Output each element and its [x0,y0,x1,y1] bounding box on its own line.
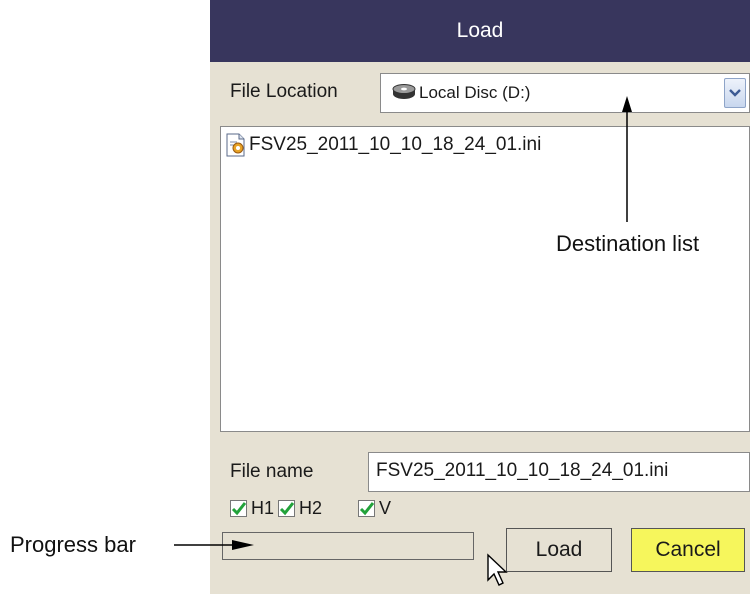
checkbox-h1[interactable]: H1 [230,498,274,519]
file-location-label: File Location [230,81,338,102]
file-location-value: Local Disc (D:) [419,83,531,102]
progress-bar-pointer [174,540,254,550]
load-button[interactable]: Load [506,528,612,572]
disk-icon [392,83,416,108]
file-name-field[interactable]: FSV25_2011_10_10_18_24_01.ini [368,452,750,492]
checkbox-v-box[interactable] [358,500,375,517]
dialog-title: Load [456,19,504,42]
file-name-text: FSV25_2011_10_10_18_24_01.ini [249,134,542,155]
progress-bar-annotation: Progress bar [10,532,136,557]
file-name-label: File name [230,461,314,482]
destination-list-annotation: Destination list [556,231,700,256]
checkbox-v-label: V [379,498,392,518]
checkbox-h1-box[interactable] [230,500,247,517]
cancel-button[interactable]: Cancel [631,528,745,572]
checkmark-icon [279,502,295,516]
load-dialog: Load File Location Local Disc (D:) FSV25… [210,0,750,594]
ini-file-icon [226,133,245,157]
file-location-dropdown[interactable]: Local Disc (D:) [380,73,750,113]
checkbox-h2-box[interactable] [278,500,295,517]
checkbox-h1-label: H1 [251,498,275,518]
dialog-title-bar: Load [210,0,750,62]
checkmark-icon [359,502,375,516]
mouse-cursor-icon [487,553,508,586]
list-item[interactable]: FSV25_2011_10_10_18_24_01.ini [225,133,541,157]
destination-list-pointer [622,96,632,222]
chevron-down-icon [729,89,741,97]
file-list[interactable]: FSV25_2011_10_10_18_24_01.ini [220,126,750,432]
checkbox-v[interactable]: V [358,498,391,519]
checkbox-h2-label: H2 [299,498,323,518]
checkmark-icon [231,502,247,516]
checkbox-h2[interactable]: H2 [278,498,322,519]
dropdown-button[interactable] [724,78,746,108]
